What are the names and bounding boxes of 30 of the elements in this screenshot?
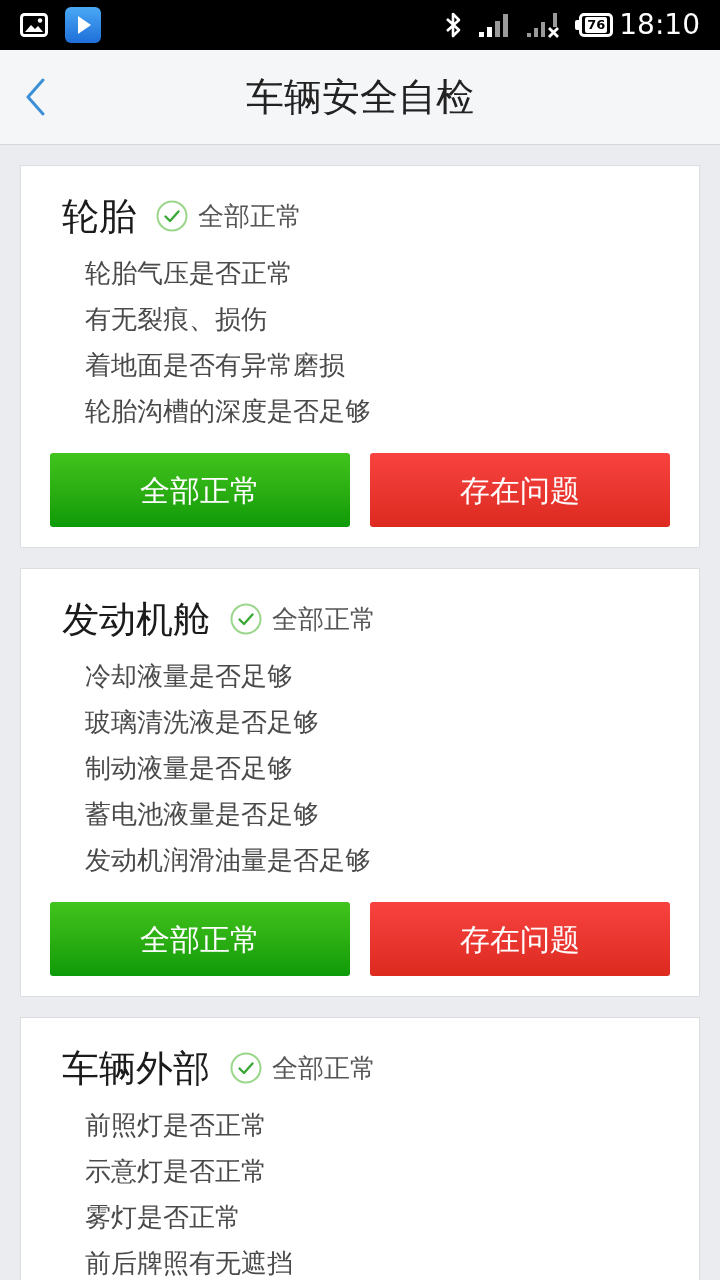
all-normal-button[interactable]: 全部正常 [50, 453, 350, 527]
problem-button[interactable]: 存在问题 [370, 902, 670, 976]
section-status: 全部正常 [198, 203, 302, 229]
section-title: 车辆外部 [62, 1049, 210, 1087]
check-item: 着地面是否有异常磨损 [85, 349, 345, 382]
section-title: 轮胎 [62, 197, 136, 235]
clock-time: 18:10 [619, 11, 700, 39]
page-title: 车辆安全自检 [246, 78, 474, 116]
play-app-icon[interactable] [65, 7, 101, 43]
check-item: 蓄电池液量是否足够 [85, 798, 319, 831]
check-item: 轮胎沟槽的深度是否足够 [85, 395, 371, 428]
all-normal-button[interactable]: 全部正常 [50, 902, 350, 976]
check-item: 发动机润滑油量是否足够 [85, 844, 371, 877]
check-item: 前照灯是否正常 [85, 1109, 267, 1142]
section-status: 全部正常 [272, 606, 376, 632]
check-item: 轮胎气压是否正常 [85, 257, 293, 290]
check-item: 雾灯是否正常 [85, 1201, 241, 1234]
check-item: 示意灯是否正常 [85, 1155, 267, 1188]
back-chevron-icon [25, 78, 45, 116]
check-item: 前后牌照有无遮挡 [85, 1247, 293, 1280]
section-title: 发动机舱 [62, 600, 210, 638]
check-item: 冷却液量是否足够 [85, 660, 293, 693]
battery-level: 76 [585, 17, 608, 33]
check-item: 有无裂痕、损伤 [85, 303, 267, 336]
problem-button[interactable]: 存在问题 [370, 453, 670, 527]
bluetooth-icon [444, 11, 463, 39]
check-item: 玻璃清洗液是否足够 [85, 706, 319, 739]
image-icon [20, 13, 48, 37]
section-status: 全部正常 [272, 1055, 376, 1081]
check-item: 制动液量是否足够 [85, 752, 293, 785]
